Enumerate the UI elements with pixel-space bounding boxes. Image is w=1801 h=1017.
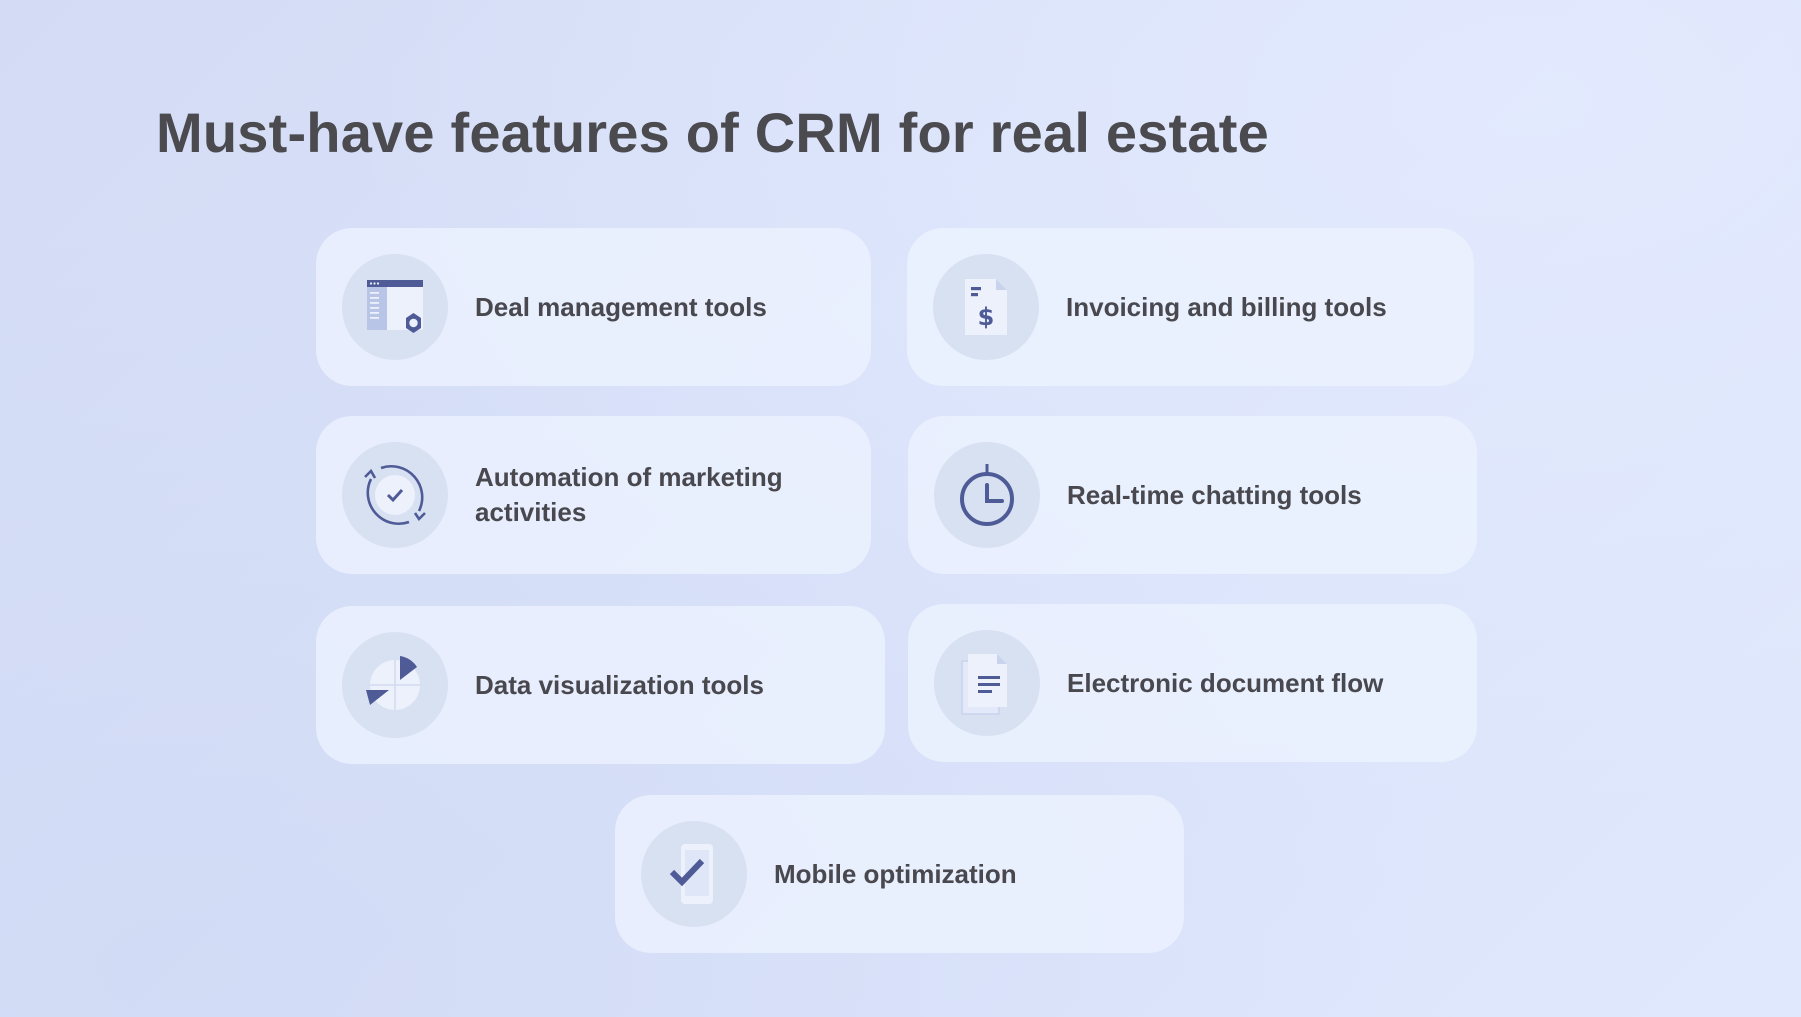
- icon-badge: [934, 630, 1040, 736]
- feature-label: Invoicing and billing tools: [1066, 291, 1387, 322]
- icon-badge: [934, 442, 1040, 548]
- feature-card-invoicing: $ Invoicing and billing tools: [907, 228, 1474, 386]
- feature-label: Deal management tools: [475, 291, 767, 322]
- feature-label: Data visualization tools: [475, 669, 764, 700]
- mobile-check-icon: [669, 844, 713, 904]
- svg-text:$: $: [978, 303, 995, 331]
- feature-label: Real-time chatting tools: [1067, 479, 1362, 510]
- stopwatch-icon: [960, 464, 1014, 526]
- pie-chart-icon: [366, 656, 420, 710]
- feature-card-mobile-optimization: Mobile optimization: [615, 795, 1184, 953]
- feature-card-chatting: Real-time chatting tools: [908, 416, 1477, 574]
- icon-badge: [641, 821, 747, 927]
- page: Must-have features of CRM for real estat…: [0, 0, 1801, 1017]
- documents-icon: [961, 654, 1007, 715]
- icon-badge: [342, 254, 448, 360]
- feature-card-deal-management: Deal management tools: [316, 228, 871, 386]
- feature-label: Electronic document flow: [1067, 667, 1384, 698]
- sync-check-icon: [364, 464, 426, 526]
- feature-card-automation: Automation of marketing activities: [316, 416, 871, 574]
- page-title: Must-have features of CRM for real estat…: [156, 101, 1269, 164]
- icon-badge: [342, 442, 448, 548]
- feature-label: Mobile optimization: [774, 858, 1017, 889]
- icon-badge: [342, 632, 448, 738]
- browser-gear-icon: [367, 280, 423, 333]
- feature-card-document-flow: Electronic document flow: [908, 604, 1477, 762]
- invoice-dollar-icon: $: [965, 279, 1007, 335]
- icon-badge: $: [933, 254, 1039, 360]
- feature-label: Automation of marketing activities: [475, 462, 783, 527]
- feature-card-data-visualization: Data visualization tools: [316, 606, 885, 764]
